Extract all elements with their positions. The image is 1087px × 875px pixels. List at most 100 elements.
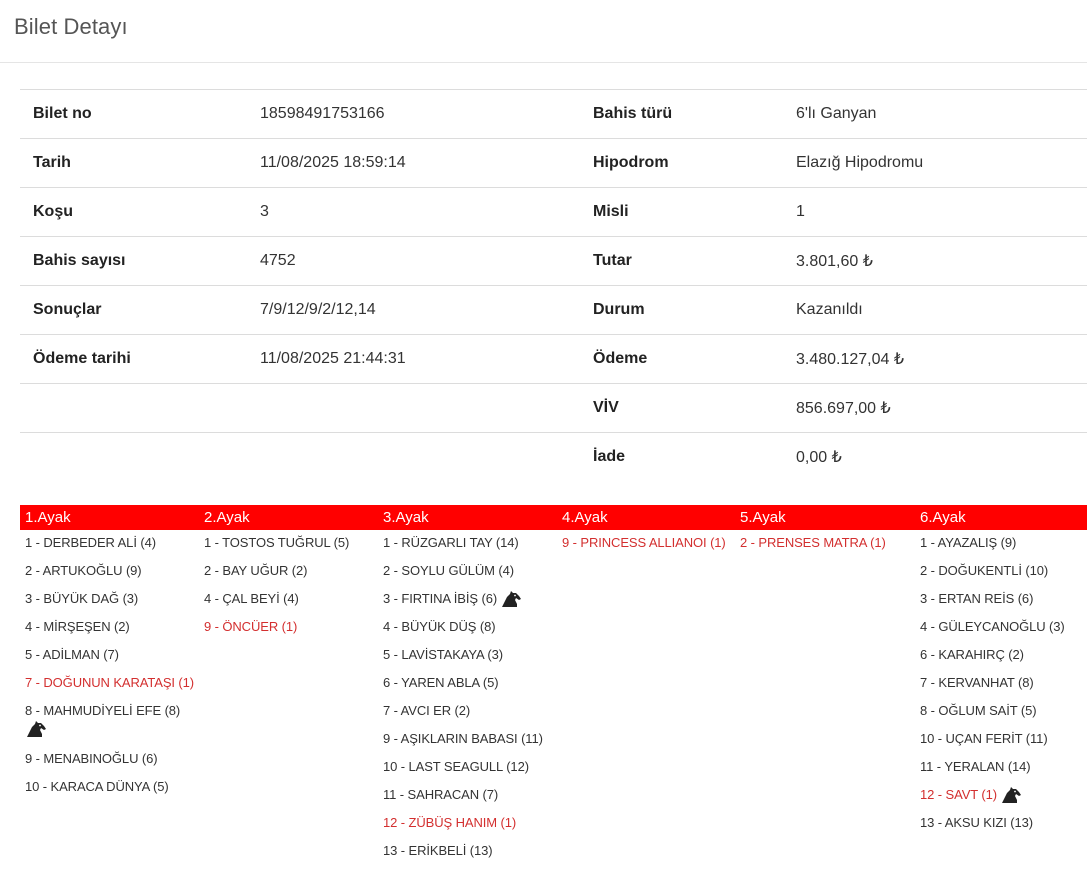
detail-value: 0,00 ₺ [796, 432, 1087, 482]
runner-label: 9 - ÖNCÜER (1) [204, 619, 298, 634]
leg-title: 6.Ayak [920, 509, 966, 526]
detail-row: Sonuçlar 7/9/12/9/2/12,14 Durum Kazanıldı [20, 285, 1087, 335]
runner-label: 12 - SAVT (1) [920, 787, 997, 802]
legs-header-bar: 1.Ayak 2.Ayak 3.Ayak 4.Ayak 5.Ayak 6.Ayak [20, 505, 1087, 530]
runner: 4 - ÇAL BEYİ (4) [204, 588, 380, 616]
detail-label: Bilet no [20, 89, 260, 139]
detail-value: 11/08/2025 18:59:14 [260, 138, 593, 188]
detail-value: 7/9/12/9/2/12,14 [260, 285, 593, 335]
detail-label: Bahis türü [593, 89, 796, 139]
runner: 4 - GÜLEYCANOĞLU (3) [920, 616, 1087, 644]
detail-label: Sonuçlar [20, 285, 260, 335]
runner: 5 - LAVİSTAKAYA (3) [383, 644, 559, 672]
runner-label: 7 - DOĞUNUN KARATAŞI (1) [25, 675, 195, 690]
runner: 10 - UÇAN FERİT (11) [920, 728, 1087, 756]
runner: 1 - AYAZALIŞ (9) [920, 532, 1087, 560]
runner-label: 3 - FIRTINA İBİŞ (6) [383, 591, 498, 606]
detail-label: Tutar [593, 236, 796, 286]
leg-column: 1 - RÜZGARLI TAY (14) 2 - SOYLU GÜLÜM (4)… [383, 532, 559, 868]
runner: 1 - RÜZGARLI TAY (14) [383, 532, 559, 560]
runner-label: 10 - KARACA DÜNYA (5) [25, 779, 169, 794]
runner: 8 - OĞLUM SAİT (5) [920, 700, 1087, 728]
detail-row: Ödeme tarihi 11/08/2025 21:44:31 Ödeme 3.48… [20, 334, 1087, 384]
runner-winner: 12 - SAVT (1) [920, 784, 1087, 812]
horse-head-icon [500, 591, 522, 608]
detail-label [20, 383, 260, 433]
runner-label: 3 - ERTAN REİS (6) [920, 591, 1034, 606]
runner-label: 4 - GÜLEYCANOĞLU (3) [920, 619, 1065, 634]
runner: 9 - AŞIKLARIN BABASI (11) [383, 728, 559, 756]
runner-label: 5 - ADİLMAN (7) [25, 647, 119, 662]
runner: 1 - DERBEDER ALİ (4) [25, 532, 201, 560]
runner-label: 1 - TOSTOS TUĞRUL (5) [204, 535, 350, 550]
leg-column: 9 - PRINCESS ALLIANOI (1) [562, 532, 738, 560]
runner: 1 - TOSTOS TUĞRUL (5) [204, 532, 380, 560]
runner: 2 - BAY UĞUR (2) [204, 560, 380, 588]
runner: 3 - FIRTINA İBİŞ (6) [383, 588, 559, 616]
runner: 13 - AKSU KIZI (13) [920, 812, 1087, 840]
detail-value [260, 383, 593, 433]
runner-label: 3 - BÜYÜK DAĞ (3) [25, 591, 139, 606]
runner-winner: 9 - PRINCESS ALLIANOI (1) [562, 532, 738, 560]
runner-label: 6 - YAREN ABLA (5) [383, 675, 499, 690]
runner-label: 13 - ERİKBELİ (13) [383, 843, 493, 858]
runner: 6 - YAREN ABLA (5) [383, 672, 559, 700]
runner-label: 8 - MAHMUDİYELİ EFE (8) [25, 703, 181, 718]
runner: 5 - ADİLMAN (7) [25, 644, 201, 672]
runner-label: 2 - ARTUKOĞLU (9) [25, 563, 142, 578]
runner-label: 13 - AKSU KIZI (13) [920, 815, 1033, 830]
detail-value: 1 [796, 187, 1087, 237]
leg-column: 2 - PRENSES MATRA (1) [740, 532, 916, 560]
runner: 13 - ERİKBELİ (13) [383, 840, 559, 868]
detail-row: Tarih 11/08/2025 18:59:14 Hipodrom Elazığ H… [20, 138, 1087, 188]
runner-label: 11 - YERALAN (14) [920, 759, 1031, 774]
runner-label: 12 - ZÜBÜŞ HANIM (1) [383, 815, 517, 830]
detail-row: İade 0,00 ₺ [20, 432, 1087, 482]
runner-label: 9 - MENABINOĞLU (6) [25, 751, 158, 766]
runner-label: 4 - BÜYÜK DÜŞ (8) [383, 619, 496, 634]
runner: 3 - ERTAN REİS (6) [920, 588, 1087, 616]
detail-label: Hipodrom [593, 138, 796, 188]
runner-label: 11 - SAHRACAN (7) [383, 787, 499, 802]
detail-label [20, 432, 260, 482]
runner: 8 - MAHMUDİYELİ EFE (8) [25, 700, 201, 748]
runner-label: 4 - ÇAL BEYİ (4) [204, 591, 299, 606]
runner-label: 2 - BAY UĞUR (2) [204, 563, 308, 578]
detail-value: 11/08/2025 21:44:31 [260, 334, 593, 384]
runner-winner: 2 - PRENSES MATRA (1) [740, 532, 916, 560]
runner-label: 2 - DOĞUKENTLİ (10) [920, 563, 1049, 578]
runner: 6 - KARAHIRÇ (2) [920, 644, 1087, 672]
runner-label: 1 - DERBEDER ALİ (4) [25, 535, 156, 550]
leg-column: 1 - DERBEDER ALİ (4) 2 - ARTUKOĞLU (9) 3 -… [25, 532, 201, 804]
detail-value: 3.801,60 ₺ [796, 236, 1087, 286]
runner-label: 2 - SOYLU GÜLÜM (4) [383, 563, 515, 578]
horse-head-icon [25, 721, 47, 738]
detail-label: Ödeme [593, 334, 796, 384]
detail-label: Tarih [20, 138, 260, 188]
runner-label: 10 - LAST SEAGULL (12) [383, 759, 529, 774]
ticket-details-table: Bilet no 18598491753166 Bahis türü 6'lı Gan… [20, 89, 1087, 482]
detail-value: Elazığ Hipodromu [796, 138, 1087, 188]
runner-label: 1 - AYAZALIŞ (9) [920, 535, 1017, 550]
detail-row: VİV 856.697,00 ₺ [20, 383, 1087, 433]
detail-value [260, 432, 593, 482]
detail-row: Bahis sayısı 4752 Tutar 3.801,60 ₺ [20, 236, 1087, 286]
leg-title: 1.Ayak [25, 509, 71, 526]
detail-value: 3 [260, 187, 593, 237]
leg-title: 3.Ayak [383, 509, 429, 526]
runner-label: 9 - PRINCESS ALLIANOI (1) [562, 535, 726, 550]
detail-label: Koşu [20, 187, 260, 237]
detail-row: Bilet no 18598491753166 Bahis türü 6'lı Gan… [20, 89, 1087, 139]
runner-label: 9 - AŞIKLARIN BABASI (11) [383, 731, 543, 746]
detail-value: 3.480.127,04 ₺ [796, 334, 1087, 384]
runner-label: 8 - OĞLUM SAİT (5) [920, 703, 1037, 718]
leg-title: 5.Ayak [740, 509, 786, 526]
horse-head-icon [1000, 787, 1022, 804]
runner-label: 5 - LAVİSTAKAYA (3) [383, 647, 503, 662]
detail-label: İade [593, 432, 796, 482]
runner-label: 7 - KERVANHAT (8) [920, 675, 1034, 690]
runner-winner: 7 - DOĞUNUN KARATAŞI (1) [25, 672, 201, 700]
detail-label: Bahis sayısı [20, 236, 260, 286]
leg-column: 1 - TOSTOS TUĞRUL (5) 2 - BAY UĞUR (2) 4 -… [204, 532, 380, 644]
runner: 10 - LAST SEAGULL (12) [383, 756, 559, 784]
